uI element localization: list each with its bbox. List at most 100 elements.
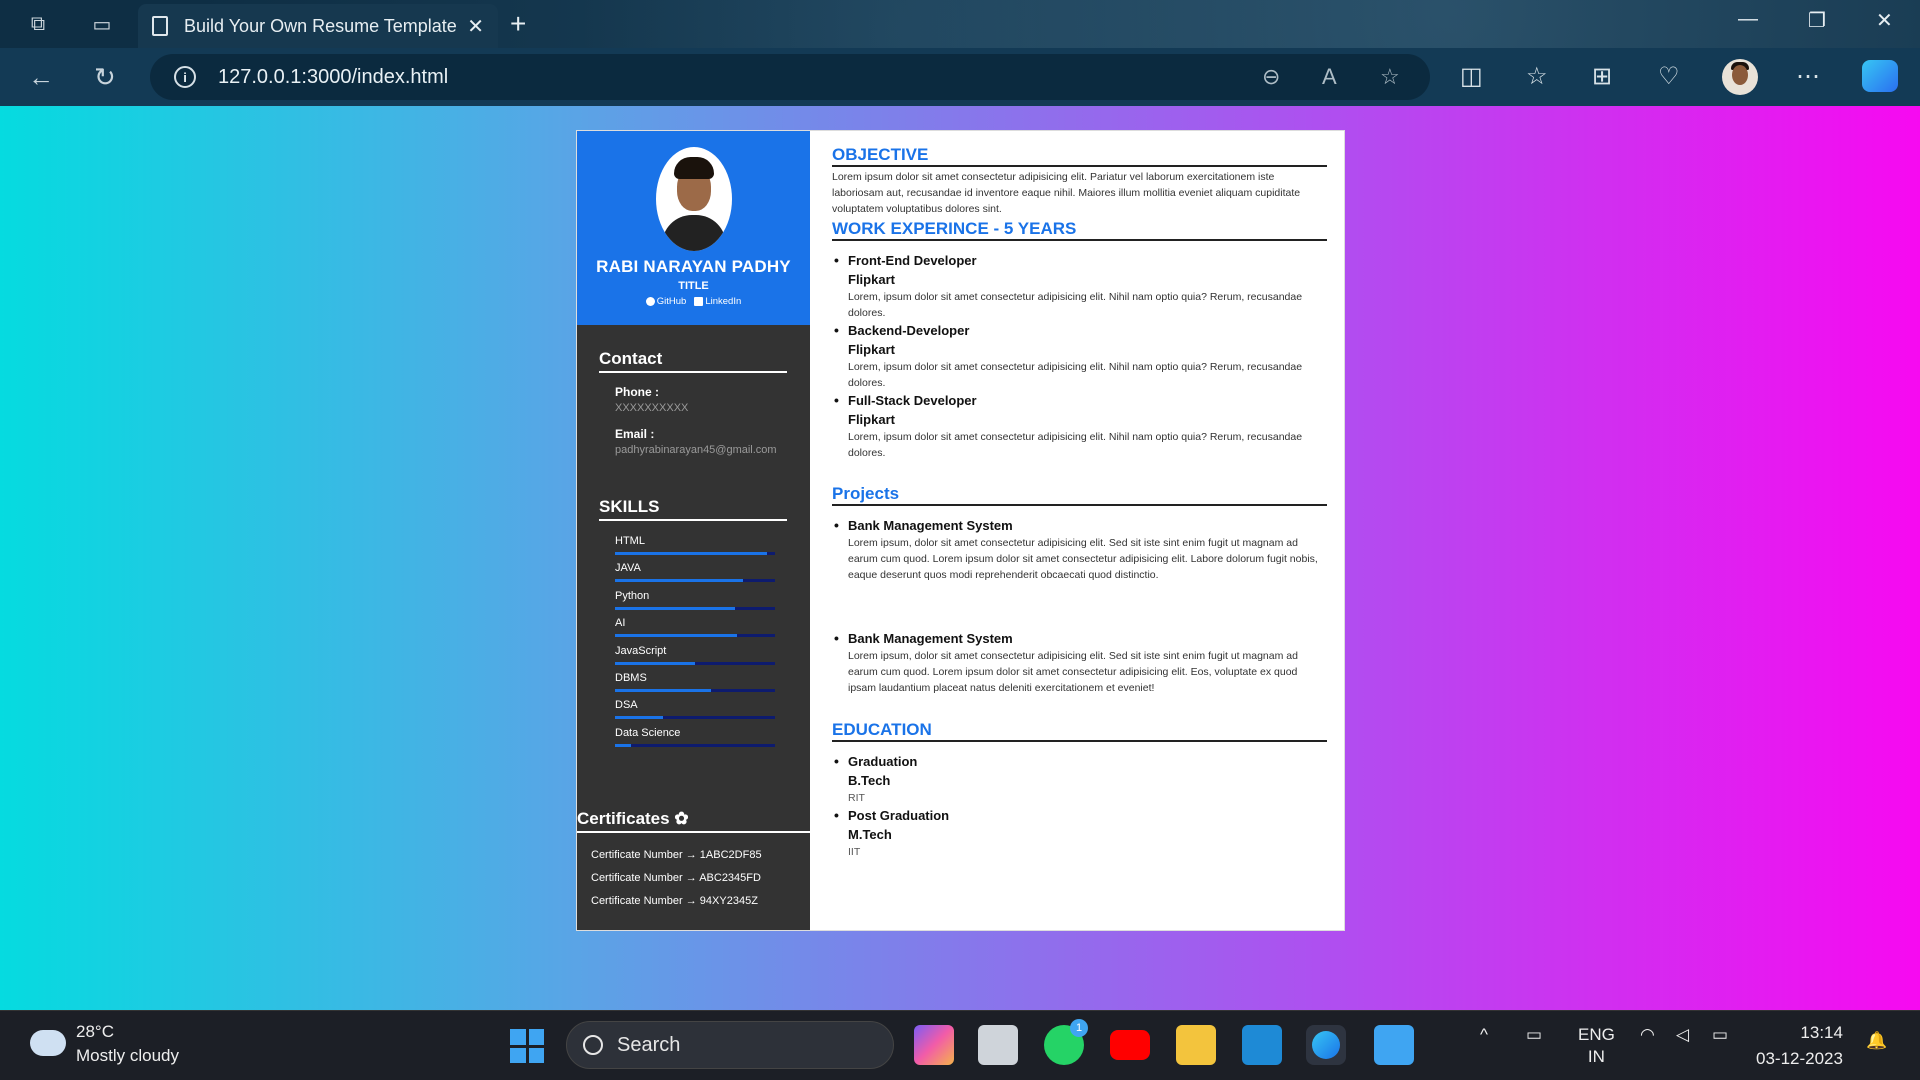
read-aloud-icon[interactable]: A: [1322, 64, 1337, 90]
touch-keyboard-icon[interactable]: ▭: [1526, 1024, 1542, 1046]
skill-bar: [615, 606, 775, 610]
objective-heading: OBJECTIVE: [832, 145, 1327, 167]
resume-sidebar: RABI NARAYAN PADHY TITLE GitHub LinkedIn…: [577, 131, 810, 930]
weather-widget[interactable]: 28°C Mostly cloudy: [76, 1020, 179, 1068]
workspaces-icon[interactable]: ⧉: [24, 10, 52, 38]
whatsapp-icon[interactable]: 1: [1044, 1019, 1088, 1065]
volume-icon[interactable]: ◁: [1676, 1024, 1689, 1046]
vscode-icon[interactable]: [1242, 1025, 1282, 1065]
app-icon[interactable]: [978, 1025, 1018, 1065]
skill-bar: [615, 743, 775, 747]
url-text: 127.0.0.1:3000/index.html: [218, 65, 449, 88]
resume-main: OBJECTIVE Lorem ipsum dolor sit amet con…: [810, 131, 1344, 930]
email-label: Email :: [615, 427, 655, 441]
linkedin-link[interactable]: LinkedIn: [694, 296, 741, 307]
search-icon: [583, 1035, 603, 1055]
github-icon: [645, 297, 655, 306]
clock[interactable]: 13:14 03-12-2023: [1756, 1020, 1843, 1072]
youtube-icon[interactable]: [1110, 1030, 1150, 1060]
edge-icon[interactable]: [1306, 1025, 1346, 1065]
language-indicator[interactable]: ENG IN: [1578, 1024, 1615, 1068]
search-placeholder: Search: [617, 1033, 681, 1056]
show-hidden-icons[interactable]: ^: [1480, 1024, 1488, 1046]
close-tab-icon[interactable]: ✕: [467, 14, 484, 39]
certificate-item: Certificate Number → 1ABC2DF85: [591, 849, 762, 861]
more-menu-icon[interactable]: ⋯: [1796, 62, 1820, 91]
projects-heading: Projects: [832, 484, 1327, 506]
profile-header: RABI NARAYAN PADHY TITLE GitHub LinkedIn: [577, 131, 810, 325]
date: 03-12-2023: [1756, 1049, 1843, 1068]
taskbar-search[interactable]: Search: [566, 1021, 894, 1069]
minimize-icon[interactable]: —: [1738, 8, 1758, 31]
project-item: Bank Management SystemLorem ipsum, dolor…: [834, 516, 1328, 583]
skill-name: DBMS: [615, 672, 647, 684]
profile-photo: [656, 147, 732, 251]
address-bar[interactable]: i 127.0.0.1:3000/index.html: [150, 54, 1430, 100]
skill-name: HTML: [615, 535, 645, 547]
skill-bar-fill: [615, 743, 631, 747]
skill-name: JavaScript: [615, 644, 667, 657]
back-icon[interactable]: ←: [28, 62, 54, 93]
skill-bar-fill: [615, 634, 737, 638]
windows-start-icon[interactable]: [510, 1029, 544, 1063]
taskbar: [0, 1010, 1920, 1080]
objective-text: Lorem ipsum dolor sit amet consectetur a…: [832, 171, 1301, 215]
skill-bar-fill: [615, 661, 695, 665]
skill-bar: [615, 634, 775, 638]
restore-icon[interactable]: ❐: [1808, 8, 1826, 33]
phone-value: XXXXXXXXXX: [615, 402, 689, 414]
whatsapp-badge: 1: [1070, 1019, 1088, 1037]
tab-title: Build Your Own Resume Template: [184, 15, 457, 36]
vertical-tabs-icon[interactable]: ▭: [88, 10, 116, 38]
copilot-pre-app-icon[interactable]: [914, 1025, 954, 1065]
skill-bar: [615, 579, 775, 583]
profile-avatar[interactable]: [1722, 59, 1758, 95]
skill-bar-fill: [615, 552, 767, 555]
weather-condition: Mostly cloudy: [76, 1046, 179, 1065]
skill-bar: [615, 661, 775, 665]
favorite-star-icon[interactable]: ☆: [1380, 64, 1400, 90]
collections-icon[interactable]: ⊞: [1592, 62, 1612, 91]
file-explorer-icon[interactable]: [1176, 1025, 1216, 1065]
education-heading: EDUCATION: [832, 720, 1327, 742]
refresh-icon[interactable]: ↻: [94, 62, 116, 93]
project-item: Bank Management SystemLorem ipsum, dolor…: [834, 629, 1328, 696]
skill-bar-fill: [615, 716, 663, 720]
zoom-out-icon[interactable]: ⊖: [1262, 64, 1280, 90]
contact-heading: Contact: [599, 349, 787, 373]
skill-name: Python: [615, 589, 650, 602]
phone-label: Phone :: [615, 385, 659, 399]
wifi-icon[interactable]: ◠: [1640, 1024, 1655, 1046]
weather-cloud-icon[interactable]: [30, 1030, 66, 1056]
linkedin-icon: [694, 297, 704, 306]
new-tab-button[interactable]: +: [510, 8, 526, 40]
browser-tab-active[interactable]: Build Your Own Resume Template ✕: [138, 4, 498, 48]
site-info-icon[interactable]: i: [174, 66, 196, 88]
social-links: GitHub LinkedIn: [577, 296, 810, 307]
split-screen-icon[interactable]: ◫: [1460, 62, 1483, 91]
battery-icon[interactable]: ▭: [1712, 1024, 1728, 1046]
favorites-icon[interactable]: ☆: [1526, 62, 1548, 91]
person-title: TITLE: [678, 280, 709, 292]
notification-bell-icon[interactable]: 🔔: [1866, 1030, 1887, 1052]
resume-page: RABI NARAYAN PADHY TITLE GitHub LinkedIn…: [576, 130, 1345, 931]
person-name: RABI NARAYAN PADHY: [596, 257, 791, 276]
skill-bar-fill: [615, 606, 735, 610]
temperature: 28°C: [76, 1022, 114, 1041]
skill-bar: [615, 552, 775, 555]
close-window-icon[interactable]: ✕: [1876, 8, 1893, 33]
work-item: Front-End DeveloperFlipkartLorem, ipsum …: [834, 251, 1328, 321]
work-item: Backend-DeveloperFlipkartLorem, ipsum do…: [834, 321, 1328, 391]
github-link[interactable]: GitHub: [645, 296, 686, 307]
certificate-item: Certificate Number → 94XY2345Z: [591, 895, 758, 907]
skill-bar-fill: [615, 579, 743, 583]
photos-icon[interactable]: [1374, 1025, 1414, 1065]
work-heading: WORK EXPERINCE - 5 YEARS: [832, 219, 1327, 241]
certificates-heading: Certificates ✿: [577, 809, 810, 833]
time: 13:14: [1800, 1023, 1843, 1042]
education-item: Post GraduationM.TechIIT: [834, 806, 1328, 860]
skill-name: Data Science: [615, 726, 681, 739]
education-item: GraduationB.TechRIT: [834, 752, 1328, 806]
browser-essentials-icon[interactable]: ♡: [1658, 62, 1680, 91]
copilot-icon[interactable]: [1862, 60, 1898, 92]
